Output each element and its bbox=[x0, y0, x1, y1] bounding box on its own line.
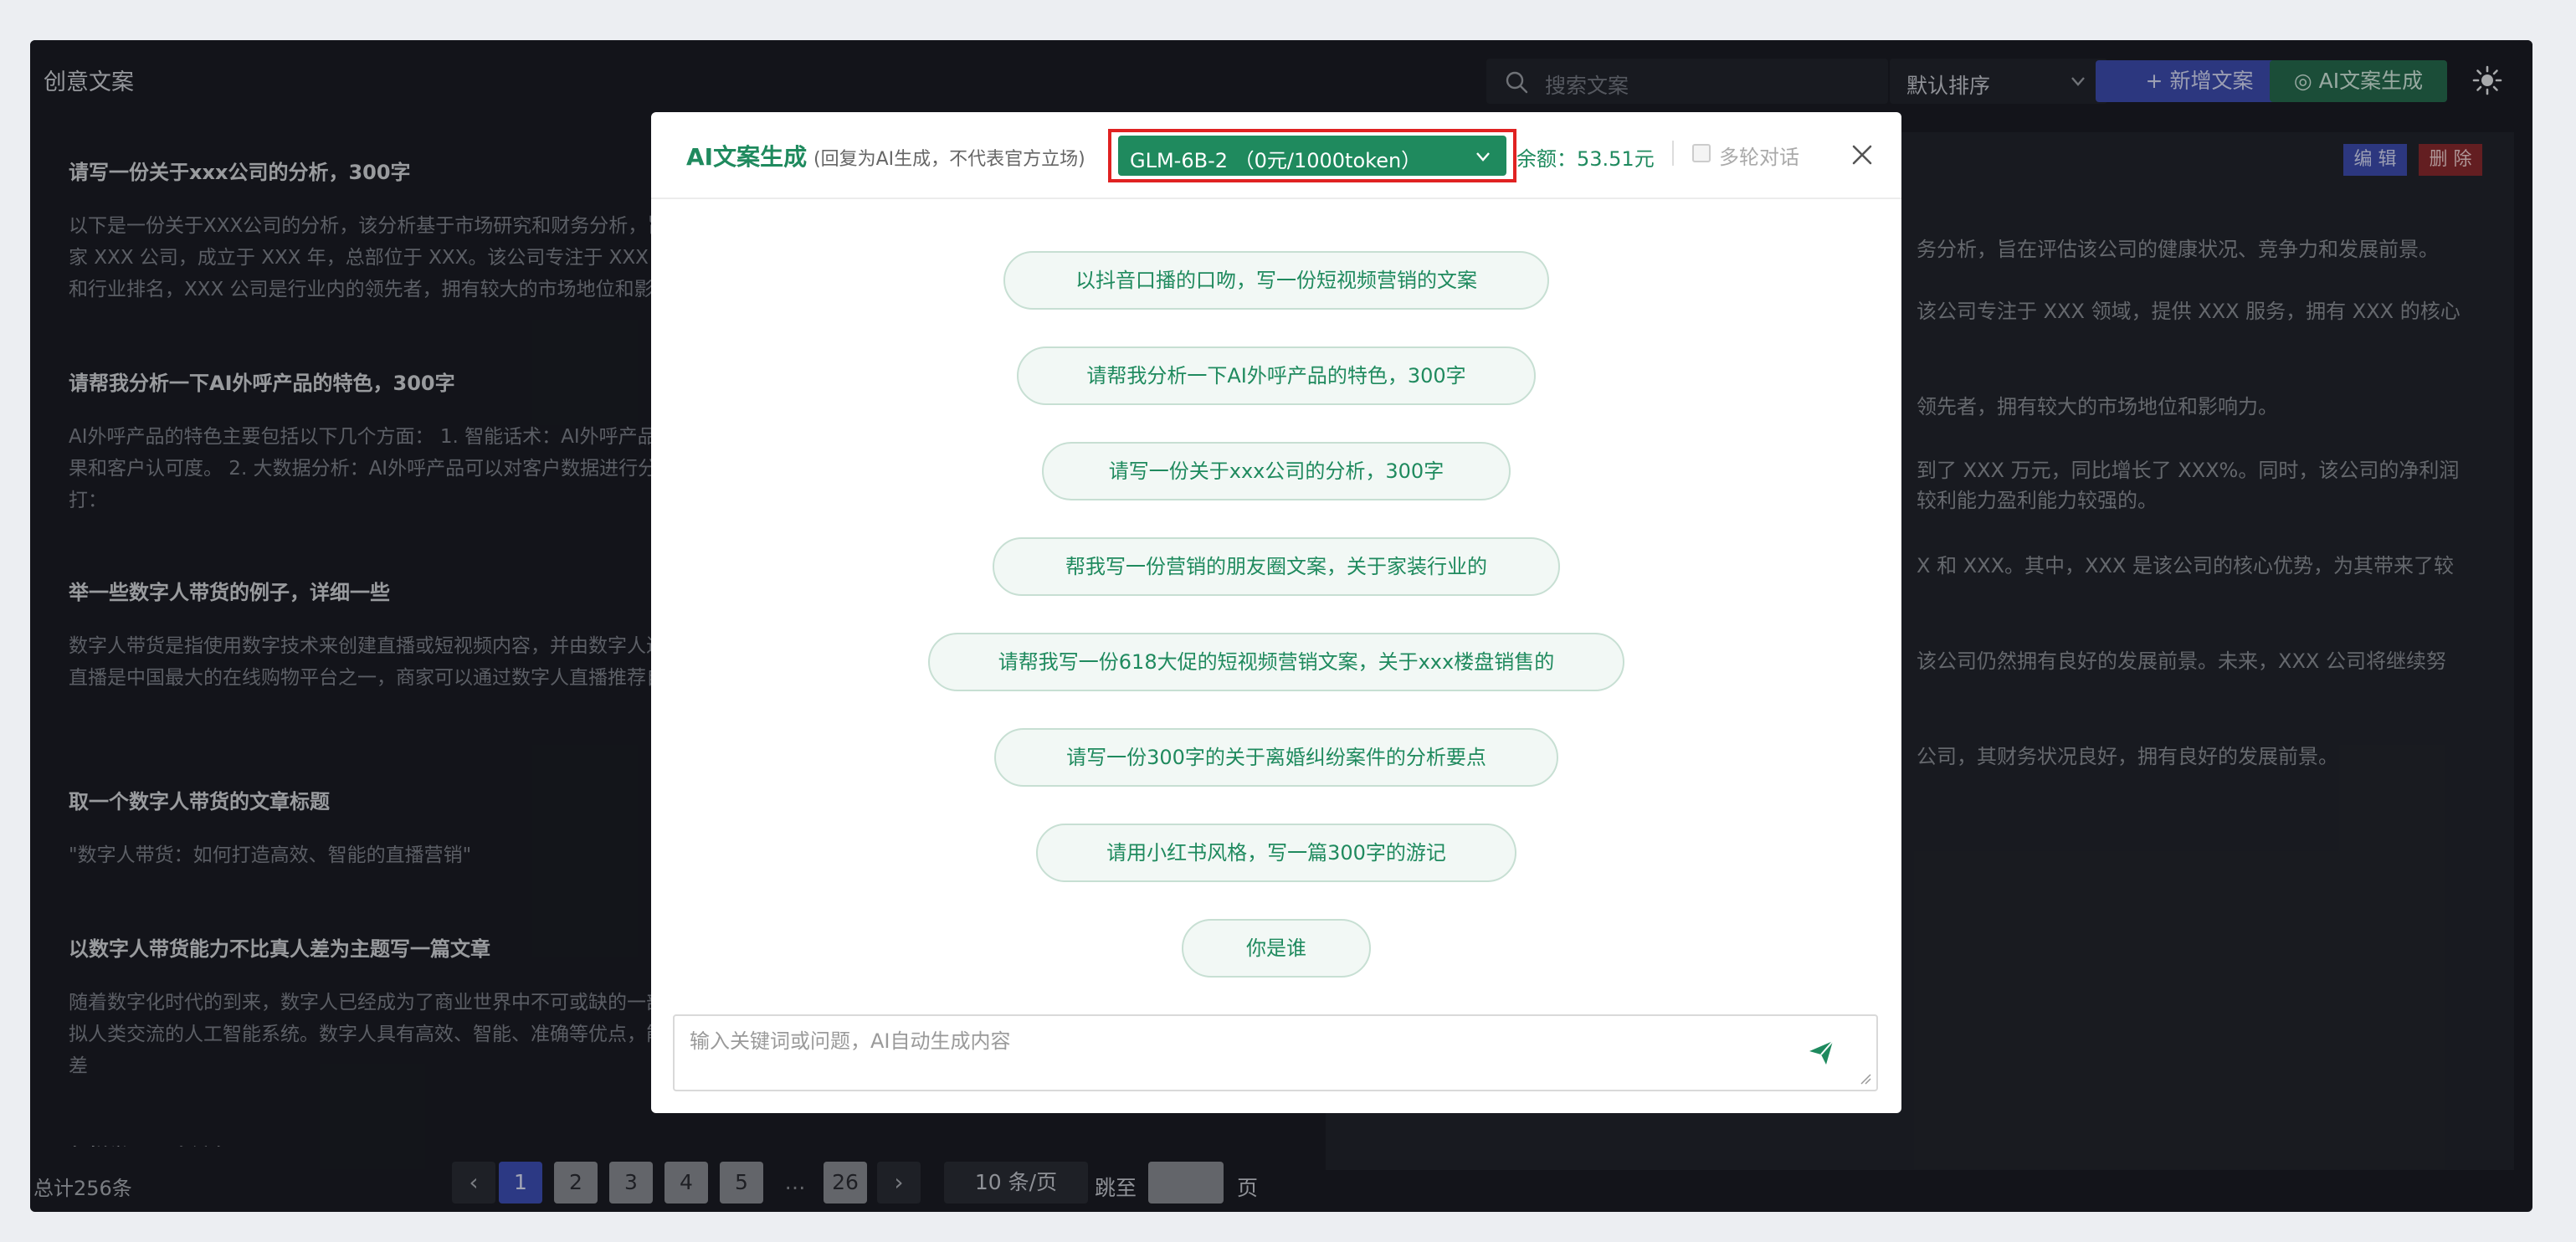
chevron-down-icon bbox=[1476, 152, 1490, 162]
suggestion-chip[interactable]: 请帮我写一份618大促的短视频营销文案，关于xxx楼盘销售的 bbox=[928, 633, 1624, 691]
multi-turn-label: 多轮对话 bbox=[1719, 146, 1799, 169]
close-icon[interactable] bbox=[1850, 142, 1875, 167]
prompt-input[interactable] bbox=[675, 1016, 1876, 1090]
send-icon[interactable] bbox=[1804, 1036, 1838, 1070]
balance-text: 余额：53.51元 bbox=[1516, 147, 1655, 171]
suggestion-chip[interactable]: 以抖音口播的口吻，写一份短视频营销的文案 bbox=[1003, 251, 1549, 310]
model-select-value: GLM-6B-2 （0元/1000token） bbox=[1130, 149, 1422, 172]
ai-generate-dialog: AI文案生成 (回复为AI生成，不代表官方立场) GLM-6B-2 （0元/10… bbox=[651, 112, 1901, 1113]
suggestion-chip[interactable]: 帮我写一份营销的朋友圈文案，关于家装行业的 bbox=[993, 537, 1560, 596]
divider bbox=[1672, 141, 1674, 166]
suggestion-chip[interactable]: 你是谁 bbox=[1182, 919, 1371, 978]
suggestion-chip[interactable]: 请写一份300字的关于离婚纠纷案件的分析要点 bbox=[994, 728, 1558, 787]
model-select[interactable]: GLM-6B-2 （0元/1000token） bbox=[1118, 136, 1506, 176]
dialog-title: AI文案生成 bbox=[686, 143, 808, 171]
header-divider bbox=[651, 198, 1901, 199]
prompt-box bbox=[673, 1014, 1878, 1091]
resize-grip-icon[interactable] bbox=[1860, 1073, 1871, 1085]
suggestion-chip[interactable]: 请帮我分析一下AI外呼产品的特色，300字 bbox=[1017, 346, 1536, 405]
suggestion-chip[interactable]: 请用小红书风格，写一篇300字的游记 bbox=[1036, 824, 1516, 882]
dialog-disclaimer: (回复为AI生成，不代表官方立场) bbox=[813, 149, 1085, 170]
checkbox-box[interactable] bbox=[1692, 144, 1711, 162]
suggestion-chip[interactable]: 请写一份关于xxx公司的分析，300字 bbox=[1042, 442, 1511, 500]
